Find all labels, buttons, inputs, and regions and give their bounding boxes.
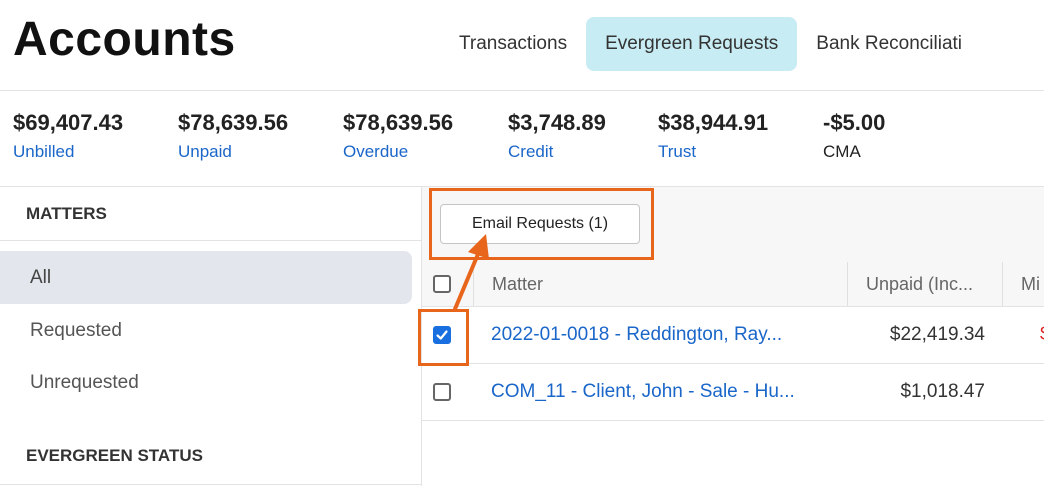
mi-value: $ (1040, 307, 1044, 363)
stat-amount: $69,407.43 (13, 110, 124, 135)
column-separator (1002, 262, 1003, 306)
page-header: Accounts Transactions Evergreen Requests… (0, 0, 1044, 91)
stat-amount: $3,748.89 (508, 110, 606, 135)
sidebar-item-unrequested[interactable]: Unrequested (0, 356, 412, 409)
unpaid-amount: $22,419.34 (889, 324, 985, 345)
matter-link[interactable]: 2022-01-0018 - Reddington, Ray... (491, 307, 782, 363)
tab-evergreen-requests[interactable]: Evergreen Requests (586, 17, 798, 71)
matters-heading: MATTERS (26, 204, 107, 223)
stat-trust: $38,944.91 Trust (658, 110, 768, 162)
column-header-unpaid[interactable]: Unpaid (Inc... (866, 262, 1001, 306)
tab-transactions[interactable]: Transactions (440, 17, 586, 71)
matter-link[interactable]: COM_11 - Client, John - Sale - Hu... (491, 364, 795, 420)
column-separator (847, 262, 848, 306)
evergreen-status-heading: EVERGREEN STATUS (26, 446, 203, 465)
stat-link-overdue[interactable]: Overdue (343, 142, 453, 162)
account-summary: $69,407.43 Unbilled $78,639.56 Unpaid $7… (0, 90, 1044, 187)
highlight-box-checkbox (418, 309, 469, 366)
stat-amount: $78,639.56 (343, 110, 454, 135)
column-header-matter[interactable]: Matter (492, 262, 543, 306)
select-all-checkbox[interactable] (433, 275, 451, 293)
page-title: Accounts (13, 13, 236, 66)
divider (0, 240, 421, 241)
column-separator (473, 262, 474, 306)
stat-amount: -$5.00 (823, 110, 886, 135)
tab-bar: Transactions Evergreen Requests Bank Rec… (440, 17, 981, 71)
stat-amount: $78,639.56 (178, 110, 289, 135)
stat-cma: -$5.00 CMA (823, 110, 885, 162)
tab-bank-reconciliation[interactable]: Bank Reconciliati (797, 17, 981, 71)
stat-link-trust[interactable]: Trust (658, 142, 768, 162)
row-checkbox[interactable] (433, 383, 451, 401)
highlight-box-email-button (429, 188, 654, 260)
table-row: COM_11 - Client, John - Sale - Hu... $1,… (422, 364, 1044, 421)
table-row: 2022-01-0018 - Reddington, Ray... $22,41… (422, 307, 1044, 364)
stat-credit: $3,748.89 Credit (508, 110, 606, 162)
sidebar-item-requested[interactable]: Requested (0, 304, 412, 357)
stat-label-cma: CMA (823, 142, 861, 161)
stat-link-credit[interactable]: Credit (508, 142, 606, 162)
stat-link-unpaid[interactable]: Unpaid (178, 142, 288, 162)
stat-unbilled: $69,407.43 Unbilled (13, 110, 123, 162)
unpaid-amount: $1,018.47 (900, 381, 985, 402)
sidebar-item-all[interactable]: All (0, 251, 412, 304)
divider (0, 484, 421, 485)
stat-overdue: $78,639.56 Overdue (343, 110, 453, 162)
stat-unpaid: $78,639.56 Unpaid (178, 110, 288, 162)
filter-sidebar: MATTERS All Requested Unrequested EVERGR… (0, 187, 422, 486)
stat-amount: $38,944.91 (658, 110, 769, 135)
column-header-mi[interactable]: Mi (1021, 262, 1040, 306)
stat-link-unbilled[interactable]: Unbilled (13, 142, 123, 162)
table-header: Matter Unpaid (Inc... Mi (422, 262, 1044, 307)
